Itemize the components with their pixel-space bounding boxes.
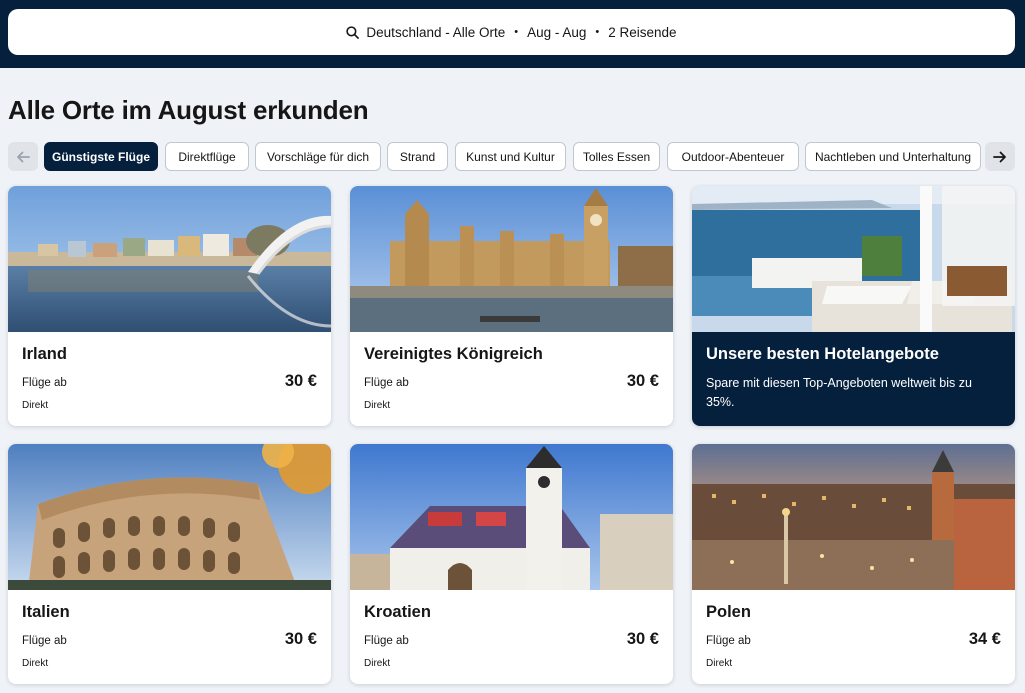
card-price: 30 €	[284, 372, 317, 390]
separator-dot: •	[514, 26, 519, 38]
card-subtitle: Flüge ab	[364, 635, 409, 647]
search-dates: Aug - Aug	[527, 24, 587, 40]
destination-card-united-kingdom[interactable]: Vereinigtes Königreich Flüge ab 30 € Dir…	[350, 186, 673, 426]
card-description: Spare mit diesen Top-Angeboten weltweit …	[706, 376, 972, 409]
card-direct-label: Direkt	[364, 658, 391, 669]
card-direct-label: Direkt	[364, 400, 391, 411]
card-title: Unsere besten Hotelangebote	[706, 345, 939, 363]
search-travellers: 2 Reisende	[608, 24, 677, 40]
chip-nightlife[interactable]: Nachtleben und Unterhaltung	[805, 142, 981, 171]
card-direct-label: Direkt	[22, 658, 49, 669]
filter-chip-bar: Günstigste Flüge Direktflüge Vorschläge …	[8, 142, 1016, 172]
destination-card-ireland[interactable]: Irland Flüge ab 30 € Direkt	[8, 186, 331, 426]
card-price: 34 €	[968, 630, 1001, 648]
separator-dot: •	[595, 26, 600, 38]
arrow-right-icon	[993, 151, 1006, 162]
card-direct-label: Direkt	[706, 658, 733, 669]
card-direct-label: Direkt	[22, 400, 49, 411]
card-title: Kroatien	[364, 603, 431, 621]
search-summary-bar[interactable]: Deutschland - Alle Orte • Aug - Aug • 2 …	[8, 9, 1015, 55]
card-title: Vereinigtes Königreich	[364, 345, 543, 363]
destination-image-croatia	[350, 444, 673, 590]
chip-great-food[interactable]: Tolles Essen	[573, 142, 660, 171]
destination-card-croatia[interactable]: Kroatien Flüge ab 30 € Direkt	[350, 444, 673, 684]
destination-image-poland	[692, 444, 1015, 590]
chip-outdoor-adventure[interactable]: Outdoor-Abenteuer	[667, 142, 799, 171]
chip-cheapest-flights[interactable]: Günstigste Flüge	[44, 142, 158, 171]
hotel-deals-card[interactable]: Unsere besten Hotelangebote Spare mit di…	[692, 186, 1015, 426]
destination-card-italy[interactable]: Italien Flüge ab 30 € Direkt	[8, 444, 331, 684]
card-title: Italien	[22, 603, 70, 621]
card-subtitle: Flüge ab	[706, 635, 751, 647]
chip-beach[interactable]: Strand	[387, 142, 448, 171]
destination-image-italy	[8, 444, 331, 590]
destination-card-poland[interactable]: Polen Flüge ab 34 € Direkt	[692, 444, 1015, 684]
destination-image-ireland	[8, 186, 331, 332]
chip-direct-flights[interactable]: Direktflüge	[165, 142, 249, 171]
search-icon	[346, 25, 360, 39]
card-subtitle: Flüge ab	[22, 635, 67, 647]
arrow-left-icon	[17, 151, 30, 162]
card-subtitle: Flüge ab	[364, 377, 409, 389]
page-title: Alle Orte im August erkunden	[8, 95, 369, 125]
card-title: Polen	[706, 603, 751, 621]
chip-suggestions[interactable]: Vorschläge für dich	[255, 142, 381, 171]
search-destination: Deutschland - Alle Orte	[366, 24, 506, 40]
card-price: 30 €	[626, 372, 659, 390]
destination-image-united-kingdom	[350, 186, 673, 332]
filter-prev-button[interactable]	[8, 142, 38, 171]
chip-art-culture[interactable]: Kunst und Kultur	[455, 142, 566, 171]
card-title: Irland	[22, 345, 67, 363]
hotel-deals-image	[692, 186, 1015, 332]
card-price: 30 €	[284, 630, 317, 648]
filter-next-button[interactable]	[985, 142, 1015, 171]
card-subtitle: Flüge ab	[22, 377, 67, 389]
card-price: 30 €	[626, 630, 659, 648]
top-header: Deutschland - Alle Orte • Aug - Aug • 2 …	[0, 0, 1025, 68]
